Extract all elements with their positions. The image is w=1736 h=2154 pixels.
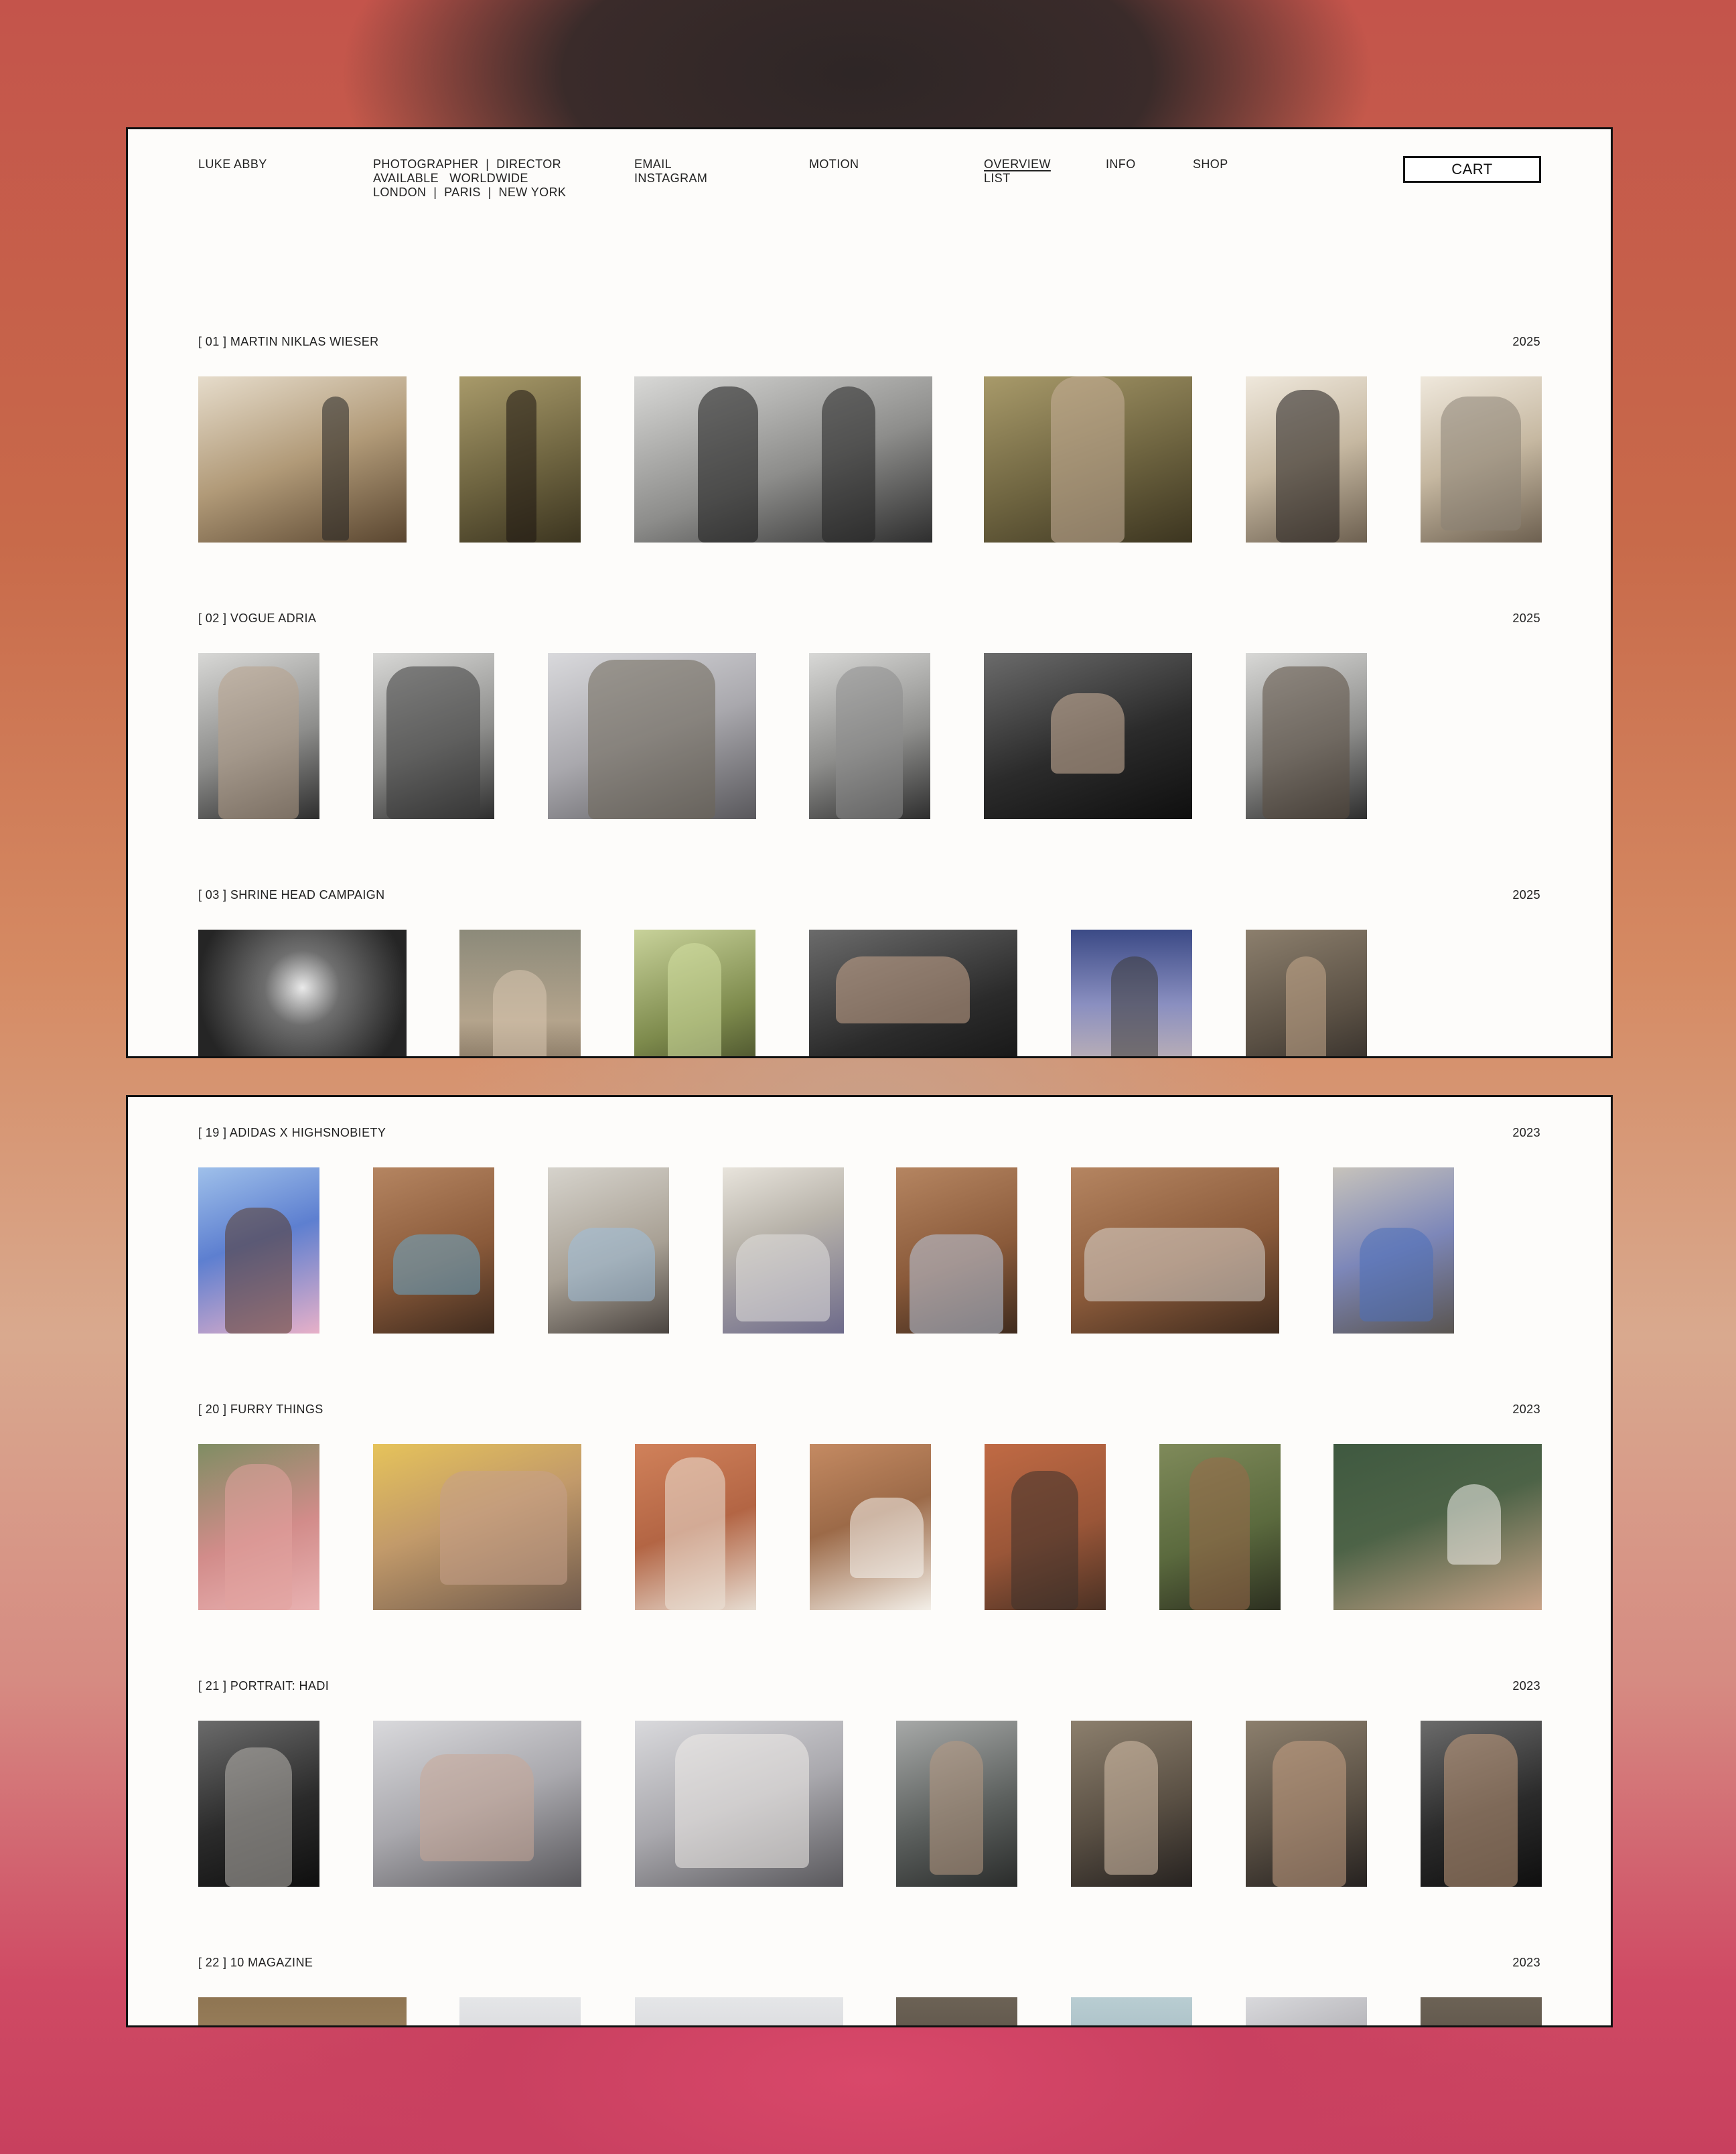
project-thumbnail[interactable] [1071,930,1192,1056]
project-title[interactable]: [ 02 ] VOGUE ADRIA [198,612,316,626]
browser-window-top: LUKE ABBY PHOTOGRAPHER | DIRECTOR AVAILA… [126,127,1613,1058]
nav-overview[interactable]: OVERVIEW [984,157,1051,171]
project-thumbnail[interactable] [459,1997,581,2025]
project-thumbnail[interactable] [373,1167,494,1334]
nav-view-toggle: OVERVIEW LIST [984,157,1051,186]
project-thumbnail[interactable] [1333,1444,1542,1610]
project-title[interactable]: [ 21 ] PORTRAIT: HADI [198,1679,329,1693]
project-thumbnail[interactable] [1421,376,1542,543]
project-thumbnail[interactable] [809,653,930,819]
project-thumbnail[interactable] [635,1444,756,1610]
project-thumbnail[interactable] [896,1167,1017,1334]
project-title[interactable]: [ 22 ] 10 MAGAZINE [198,1956,313,1970]
project-thumbnail[interactable] [1421,1997,1542,2025]
project-thumbnail[interactable] [1071,1721,1192,1887]
project-thumbnail[interactable] [1333,1167,1454,1334]
project-thumbnail[interactable] [1246,930,1367,1056]
project-thumbnail[interactable] [723,1167,844,1334]
project-thumbnail[interactable] [635,1721,843,1887]
project-thumbnail[interactable] [896,1721,1017,1887]
nav-info[interactable]: INFO [1106,157,1136,171]
project-thumbnail[interactable] [634,376,932,543]
project-year: 2023 [1512,1126,1540,1139]
nav-motion[interactable]: MOTION [809,157,859,171]
project-thumbnail[interactable] [635,1997,843,2025]
project-thumbnail[interactable] [459,376,581,543]
project-thumbnail[interactable] [634,930,755,1056]
project-thumbnail[interactable] [198,1167,319,1334]
project-thumbnail[interactable] [459,930,581,1056]
project-year: 2023 [1512,1679,1540,1693]
project-thumbnail[interactable] [1246,653,1367,819]
project-thumbnail[interactable] [373,653,494,819]
project-thumbnail[interactable] [198,1997,407,2025]
project-thumbnail[interactable] [198,376,407,543]
contact-links: EMAIL INSTAGRAM [634,157,707,186]
project-thumbnail[interactable] [810,1444,931,1610]
project-thumbnail[interactable] [984,376,1192,543]
project-thumbnail[interactable] [1246,1997,1367,2025]
project-thumbnail[interactable] [373,1721,581,1887]
project-thumbnail[interactable] [198,1721,319,1887]
project-thumbnail[interactable] [1159,1444,1281,1610]
project-thumbnail[interactable] [1071,1167,1279,1334]
nav-shop[interactable]: SHOP [1193,157,1228,171]
tagline: PHOTOGRAPHER | DIRECTOR AVAILABLE WORLDW… [373,157,566,200]
project-thumbnail[interactable] [548,1167,669,1334]
instagram-link[interactable]: INSTAGRAM [634,171,707,186]
browser-window-bottom: [ 19 ] ADIDAS X HIGHSNOBIETY 2023 [ 20 ]… [126,1095,1613,2027]
project-thumbnail[interactable] [1246,1721,1367,1887]
project-year: 2023 [1512,1956,1540,1969]
project-title[interactable]: [ 03 ] SHRINE HEAD CAMPAIGN [198,888,385,902]
tagline-line: AVAILABLE WORLDWIDE [373,171,528,185]
brand-logo[interactable]: LUKE ABBY [198,157,267,171]
project-thumbnail[interactable] [548,653,756,819]
tagline-line: PHOTOGRAPHER | DIRECTOR [373,157,562,171]
cart-button[interactable]: CART [1403,156,1541,183]
project-year: 2023 [1512,1403,1540,1416]
project-thumbnail[interactable] [1421,1721,1542,1887]
project-thumbnail[interactable] [809,930,1017,1056]
tagline-line: LONDON | PARIS | NEW YORK [373,186,567,199]
project-thumbnail[interactable] [198,930,407,1056]
project-year: 2025 [1512,888,1540,902]
project-thumbnail[interactable] [896,1997,1017,2025]
project-thumbnail[interactable] [985,1444,1106,1610]
email-link[interactable]: EMAIL [634,157,707,171]
project-thumbnail[interactable] [198,1444,319,1610]
project-thumbnail[interactable] [198,653,319,819]
project-thumbnail[interactable] [1246,376,1367,543]
project-year: 2025 [1512,335,1540,348]
project-thumbnail[interactable] [984,653,1192,819]
project-year: 2025 [1512,612,1540,625]
project-thumbnail[interactable] [373,1444,581,1610]
project-title[interactable]: [ 01 ] MARTIN NIKLAS WIESER [198,335,379,349]
project-thumbnail[interactable] [1071,1997,1192,2025]
project-title[interactable]: [ 20 ] FURRY THINGS [198,1403,323,1417]
project-title[interactable]: [ 19 ] ADIDAS X HIGHSNOBIETY [198,1126,386,1140]
nav-list[interactable]: LIST [984,171,1051,186]
